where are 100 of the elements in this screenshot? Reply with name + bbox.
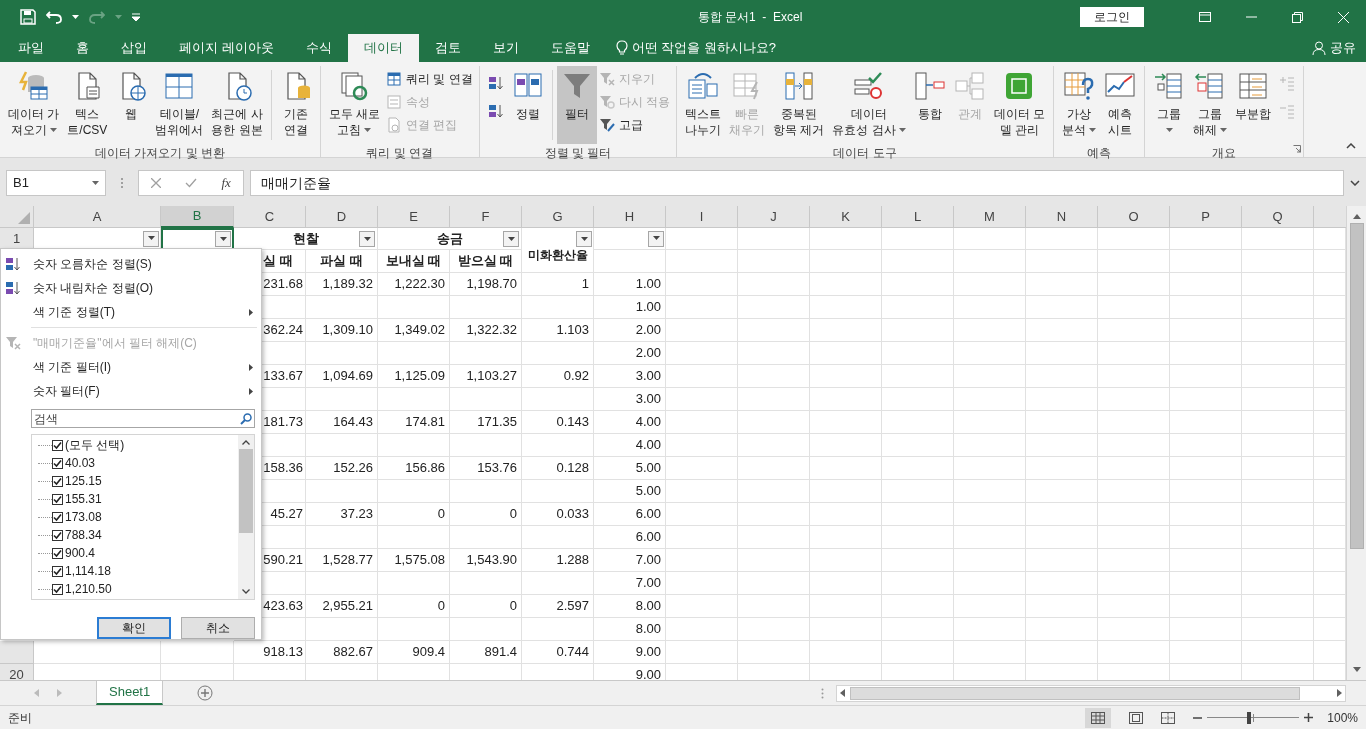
column-group-header: 현찰 xyxy=(292,229,319,248)
toolbar-button[interactable]: 그룹 xyxy=(1149,66,1190,144)
cancel-button[interactable]: 취소 xyxy=(181,617,255,639)
toolbar-button[interactable]: 텍스트 나누기 xyxy=(681,66,726,144)
search-field[interactable]: 검색 xyxy=(31,409,255,428)
table-cell: 918.13 xyxy=(234,641,306,664)
filter-value[interactable]: 125.15 xyxy=(65,472,102,490)
table-cell: 보내실 때 xyxy=(378,250,450,273)
toolbar-button[interactable]: 쿼리 및 연결 xyxy=(384,68,475,90)
table-cell: 1,322.32 xyxy=(450,319,522,342)
cell-reference: B1 xyxy=(13,174,29,193)
table-cell: 1,349.02 xyxy=(378,319,450,342)
toolbar-button[interactable]: 기존 연결 xyxy=(275,66,316,144)
table-cell: 파실 때 xyxy=(306,250,378,273)
table-cell: 909.4 xyxy=(378,641,450,664)
table-cell: 6.00 xyxy=(594,526,666,549)
name-box[interactable]: B1 xyxy=(6,170,106,196)
table-cell: 3.00 xyxy=(594,388,666,411)
ribbon-tab[interactable]: 데이터 xyxy=(347,34,419,62)
toolbar-button[interactable]: 가상 분석 xyxy=(1058,66,1101,144)
ok-button[interactable]: 확인 xyxy=(97,617,171,639)
table-cell: 7.00 xyxy=(594,572,666,595)
toolbar-button[interactable]: 통합 xyxy=(909,66,950,144)
table-cell: 0.744 xyxy=(522,641,594,664)
filter-value[interactable]: 40.03 xyxy=(65,454,96,472)
table-cell: 받으실 때 xyxy=(450,250,522,273)
sheet-tab[interactable]: Sheet1 xyxy=(96,681,164,705)
filter-value[interactable]: 900.4 xyxy=(65,544,96,562)
toolbar-button[interactable]: 고급 xyxy=(596,114,673,136)
filter-value[interactable]: 155.31 xyxy=(65,490,102,508)
filter-value[interactable]: 788.34 xyxy=(65,526,102,544)
filter-value[interactable]: 173.08 xyxy=(65,508,102,526)
ribbon-tab[interactable]: 페이지 레이아웃 xyxy=(163,34,290,62)
zoom-level[interactable]: 100% xyxy=(1327,708,1358,727)
insert-function-button[interactable]: fx xyxy=(221,173,231,193)
filter-value[interactable]: (모두 선택) xyxy=(65,436,125,454)
ribbon-tab[interactable]: 보기 xyxy=(476,34,535,62)
row-header[interactable]: 20 xyxy=(0,664,34,680)
toolbar-button[interactable]: 예측 시트 xyxy=(1100,66,1141,144)
column-header[interactable]: G xyxy=(522,206,594,228)
table-cell: 1,103.27 xyxy=(450,365,522,388)
table-cell: 174.81 xyxy=(378,411,450,434)
table-cell: 1,189.32 xyxy=(306,273,378,296)
table-cell: 0 xyxy=(450,503,522,526)
filter-value[interactable]: 1,114.18 xyxy=(65,562,111,580)
toolbar-button[interactable]: 그룹 해제 xyxy=(1189,66,1232,144)
table-cell: 0.033 xyxy=(522,503,594,526)
table-cell: 8.00 xyxy=(594,595,666,618)
column-group-header: 송금 xyxy=(436,229,463,248)
table-cell: 2.597 xyxy=(522,595,594,618)
toolbar-button[interactable]: 데이터 가 져오기 xyxy=(4,66,64,144)
ribbon-tab[interactable]: 홈 xyxy=(60,34,105,62)
toolbar-button[interactable]: 최근에 사 용한 원본 xyxy=(207,66,267,144)
table-cell: 1,094.69 xyxy=(306,365,378,388)
table-cell: 5.00 xyxy=(594,480,666,503)
status-text: 준비 xyxy=(7,709,32,727)
column-header[interactable]: B xyxy=(161,206,234,228)
toolbar-button[interactable]: 데이터 유효성 검사 xyxy=(828,66,910,144)
toolbar-button[interactable]: 테이블/ 범위에서 xyxy=(151,66,208,144)
table-cell: 891.4 xyxy=(450,641,522,664)
table-cell: 8.00 xyxy=(594,618,666,641)
group-label: 데이터 도구 xyxy=(833,145,897,162)
sign-in-button[interactable]: 로그인 xyxy=(1080,7,1144,27)
toolbar-button[interactable]: 웹 xyxy=(111,66,152,144)
toolbar-button[interactable]: 부분합 xyxy=(1231,66,1276,144)
ribbon-tab[interactable]: 검토 xyxy=(418,34,477,62)
toolbar-button[interactable]: 정렬 xyxy=(507,66,548,144)
table-cell: 2.00 xyxy=(594,342,666,365)
group-label: 예측 xyxy=(1087,145,1112,162)
table-cell: 1,125.09 xyxy=(378,365,450,388)
toolbar-button[interactable]: 필터 xyxy=(556,66,597,144)
ribbon-tab[interactable]: 삽입 xyxy=(105,34,163,62)
table-cell: 0.143 xyxy=(522,411,594,434)
table-cell: 156.86 xyxy=(378,457,450,480)
table-cell: 1,222.30 xyxy=(378,273,450,296)
table-cell: 2.00 xyxy=(594,319,666,342)
table-cell: 1,309.10 xyxy=(306,319,378,342)
tell-me-field[interactable]: 어떤 작업을 원하시나요? xyxy=(631,38,777,58)
group-label: 개요 xyxy=(1212,145,1237,162)
table-cell: 0.128 xyxy=(522,457,594,480)
toolbar-button[interactable]: 중복된 항목 제거 xyxy=(769,66,829,144)
group-label: 쿼리 및 연결 xyxy=(366,145,434,162)
table-cell: 0.92 xyxy=(522,365,594,388)
ribbon-tab[interactable]: 파일 xyxy=(2,34,60,62)
ribbon-tab[interactable]: 도움말 xyxy=(534,34,606,62)
table-cell: 7.00 xyxy=(594,549,666,572)
table-cell: 1.103 xyxy=(522,319,594,342)
formula-field[interactable]: 매매기준율 xyxy=(250,170,1344,196)
table-cell: 164.43 xyxy=(306,411,378,434)
row-header[interactable]: 1 xyxy=(0,228,34,250)
group-label: 정렬 및 필터 xyxy=(544,145,612,162)
toolbar-button[interactable]: 텍스 트/CSV xyxy=(63,66,112,144)
filter-value[interactable]: 1,210.50 xyxy=(65,580,112,598)
share-button[interactable]: 공유 xyxy=(1330,38,1356,58)
ribbon-tab[interactable]: 수식 xyxy=(289,34,348,62)
table-cell: 5.00 xyxy=(594,457,666,480)
window-title: 통합 문서1 - Excel xyxy=(697,9,803,26)
toolbar-button[interactable]: 데이터 모 델 관리 xyxy=(989,66,1050,144)
table-cell: 37.23 xyxy=(306,503,378,526)
toolbar-button[interactable]: 모두 새로 고침 xyxy=(324,66,385,144)
